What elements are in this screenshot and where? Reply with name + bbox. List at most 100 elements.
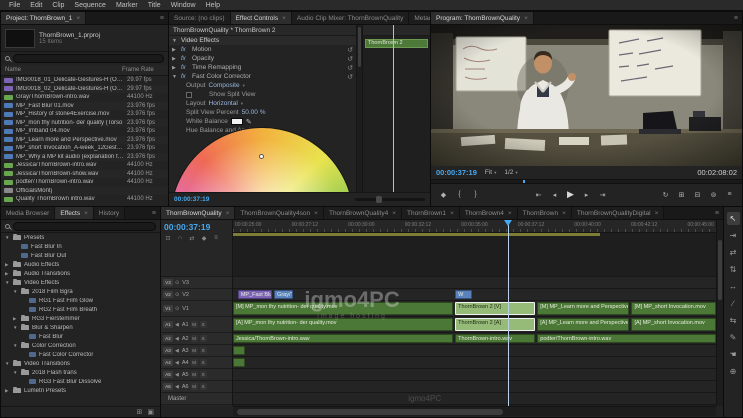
effect-property-row[interactable]: Split View Percent 50.00 % <box>169 108 356 117</box>
checkbox[interactable] <box>186 91 192 98</box>
tree-toggle-icon[interactable]: ▼ <box>13 289 18 294</box>
track-target[interactable]: A5 <box>163 371 173 378</box>
effects-panel-tab[interactable]: Media Browser <box>1 207 56 219</box>
lift-button[interactable]: ⊞ <box>675 188 688 201</box>
tree-toggle-icon[interactable]: ▼ <box>5 361 10 366</box>
go-to-in-button[interactable]: ⇤ <box>532 188 545 201</box>
panel-menu-icon[interactable]: ≡ <box>711 207 723 219</box>
effect-row[interactable]: ▼ fx Fast Color Corrector ↺ <box>169 72 356 81</box>
track-lane-a4[interactable] <box>233 357 716 369</box>
project-item[interactable]: MP_Why a MP kit audio (explanation for P… <box>1 152 168 161</box>
reset-icon[interactable]: ↺ <box>347 46 353 54</box>
track-header-v3[interactable]: V3 ⊙ V3 <box>161 277 232 289</box>
track-header-v1[interactable]: V1 ⊙ V1 <box>161 301 232 317</box>
track-target[interactable]: A2 <box>163 335 173 342</box>
slip-tool[interactable]: ⇆ <box>727 314 740 327</box>
track-lane-a6[interactable] <box>233 381 716 393</box>
tree-toggle-icon[interactable]: ▼ <box>5 235 10 240</box>
mute-button[interactable]: M <box>190 321 198 328</box>
effects-panel-tab[interactable]: History <box>93 207 126 219</box>
track-output-icon[interactable]: ⊙ <box>175 306 179 312</box>
project-tab[interactable]: Project: ThornBrown_1 × <box>1 12 87 24</box>
mark-in-button[interactable]: { <box>453 188 466 201</box>
track-header-master[interactable]: Master <box>161 393 232 405</box>
chevron-down-icon[interactable]: ▼ <box>172 74 178 80</box>
tree-toggle-icon[interactable]: ▶ <box>5 271 10 277</box>
menu-marker[interactable]: Marker <box>111 0 143 11</box>
timeline-clip[interactable]: [M] MP_Learn more and Perspective.mov <box>537 302 630 315</box>
effect-controls-tab[interactable]: Audio Clip Mixer: ThornBrownQuality <box>291 12 410 24</box>
effect-controls-timecode[interactable]: 00:00:37:19 <box>174 196 209 203</box>
tree-toggle-icon[interactable]: ▼ <box>13 343 18 348</box>
project-item[interactable]: MP_mon thy nutrition- der quality (Torso… <box>1 118 168 127</box>
timeline-clip[interactable]: ThornBrown 2 [V] <box>455 302 535 315</box>
button-editor-icon[interactable]: ≡ <box>723 188 736 201</box>
track-target[interactable]: V3 <box>163 279 173 286</box>
chevron-right-icon[interactable]: ▶ <box>172 47 178 53</box>
rate-stretch-tool[interactable]: ↔ <box>727 280 740 293</box>
mini-timeline-clip[interactable]: ThornBrown 2 <box>365 39 428 48</box>
track-lane-v1[interactable]: [M] MP_mon thy nutrition- der quality.mo… <box>233 301 716 317</box>
timeline-clip[interactable]: W <box>455 290 473 299</box>
effects-tree-item[interactable]: ▶ Audio Transitions <box>1 269 160 278</box>
track-target[interactable]: A3 <box>163 347 173 354</box>
solo-button[interactable]: S <box>199 335 207 342</box>
project-item[interactable]: Jessica/ThornBrown-intro.wav 44100 Hz <box>1 161 168 170</box>
color-swatch[interactable] <box>230 118 243 125</box>
mark-out-button[interactable]: } <box>469 188 482 201</box>
effect-property-row[interactable]: White Balance ✎ <box>169 117 356 126</box>
project-item[interactable]: Quality ThornBrown intro.wav 44100 Hz <box>1 195 168 204</box>
timeline-playhead[interactable] <box>504 220 513 406</box>
mini-timeline-playhead[interactable] <box>393 25 395 192</box>
track-output-icon[interactable]: ⊙ <box>175 292 179 298</box>
column-frame-rate[interactable]: Frame Rate <box>122 67 164 73</box>
effects-tree-item[interactable]: RG3 Fast Blur Dissolve <box>1 377 160 386</box>
timeline-clip[interactable]: [A] MP_Learn more and Perspective.mov <box>537 318 630 331</box>
project-list-header[interactable]: Name Frame Rate <box>1 65 168 76</box>
close-icon[interactable]: × <box>524 15 528 22</box>
add-marker-icon[interactable]: ◆ <box>200 235 208 242</box>
sequence-tab[interactable]: ThornBrownQuality × <box>161 207 236 219</box>
property-value[interactable]: Horizontal <box>209 100 238 107</box>
track-lane-v3[interactable] <box>233 277 716 289</box>
program-scrub-bar[interactable] <box>431 179 742 184</box>
effects-tree-item[interactable]: ▶ Audio Effects <box>1 260 160 269</box>
track-mute-icon[interactable]: ◀ <box>175 372 179 378</box>
project-item[interactable]: MP_Learn more and Perspective.mov 23.976 … <box>1 135 168 144</box>
track-header-a4[interactable]: A4 ◀ A4 M S <box>161 357 232 369</box>
track-header-v2[interactable]: V2 ⊙ V2 <box>161 289 232 301</box>
play-button[interactable]: ▶ <box>564 188 577 201</box>
effects-tree-item[interactable]: ▼ Video Transitions <box>1 359 160 368</box>
track-target[interactable]: A4 <box>163 359 173 366</box>
new-preset-bin-icon[interactable]: ▣ <box>147 408 154 416</box>
solo-button[interactable]: S <box>199 359 207 366</box>
mute-button[interactable]: M <box>190 371 198 378</box>
track-target[interactable]: V2 <box>163 291 173 298</box>
nest-indicator-icon[interactable]: ⊡ <box>164 235 172 242</box>
program-tab[interactable]: Program: ThornBrownQuality × <box>431 12 534 24</box>
project-item[interactable]: IMG0018_02_Delicate-Gestures-H (Obliq 29.… <box>1 84 168 93</box>
menu-window[interactable]: Window <box>166 0 201 11</box>
close-icon[interactable]: × <box>226 210 230 217</box>
track-header-a5[interactable]: A5 ◀ A5 M S <box>161 369 232 381</box>
step-forward-button[interactable]: ▸ <box>580 188 593 201</box>
effects-tree-item[interactable]: ▼ Color Correction <box>1 341 160 350</box>
hand-tool[interactable]: ☚ <box>727 348 740 361</box>
timeline-clip[interactable] <box>233 346 246 355</box>
reset-icon[interactable]: ↺ <box>347 64 353 72</box>
mute-button[interactable]: M <box>190 383 198 390</box>
project-item[interactable]: MP_Fast Blur 01.mov 23.976 fps <box>1 101 168 110</box>
pen-tool[interactable]: ✎ <box>727 331 740 344</box>
track-target[interactable]: A6 <box>163 383 173 390</box>
track-mute-icon[interactable]: ◀ <box>175 348 179 354</box>
track-target[interactable]: A1 <box>163 321 173 328</box>
effect-row[interactable]: ▶ fx Opacity ↺ <box>169 54 356 63</box>
timeline-clip[interactable]: [M] MP_mon thy nutrition- der quality.mo… <box>233 302 453 315</box>
step-back-button[interactable]: ◂ <box>548 188 561 201</box>
menu-sequence[interactable]: Sequence <box>69 0 111 11</box>
sequence-tab[interactable]: ThornBrown × <box>517 207 572 219</box>
zoom-tool[interactable]: ⊕ <box>727 365 740 378</box>
close-icon[interactable]: × <box>450 210 454 217</box>
new-custom-bin-icon[interactable]: ⊞ <box>137 408 143 416</box>
track-header-a2[interactable]: A2 ◀ A2 M S <box>161 333 232 345</box>
